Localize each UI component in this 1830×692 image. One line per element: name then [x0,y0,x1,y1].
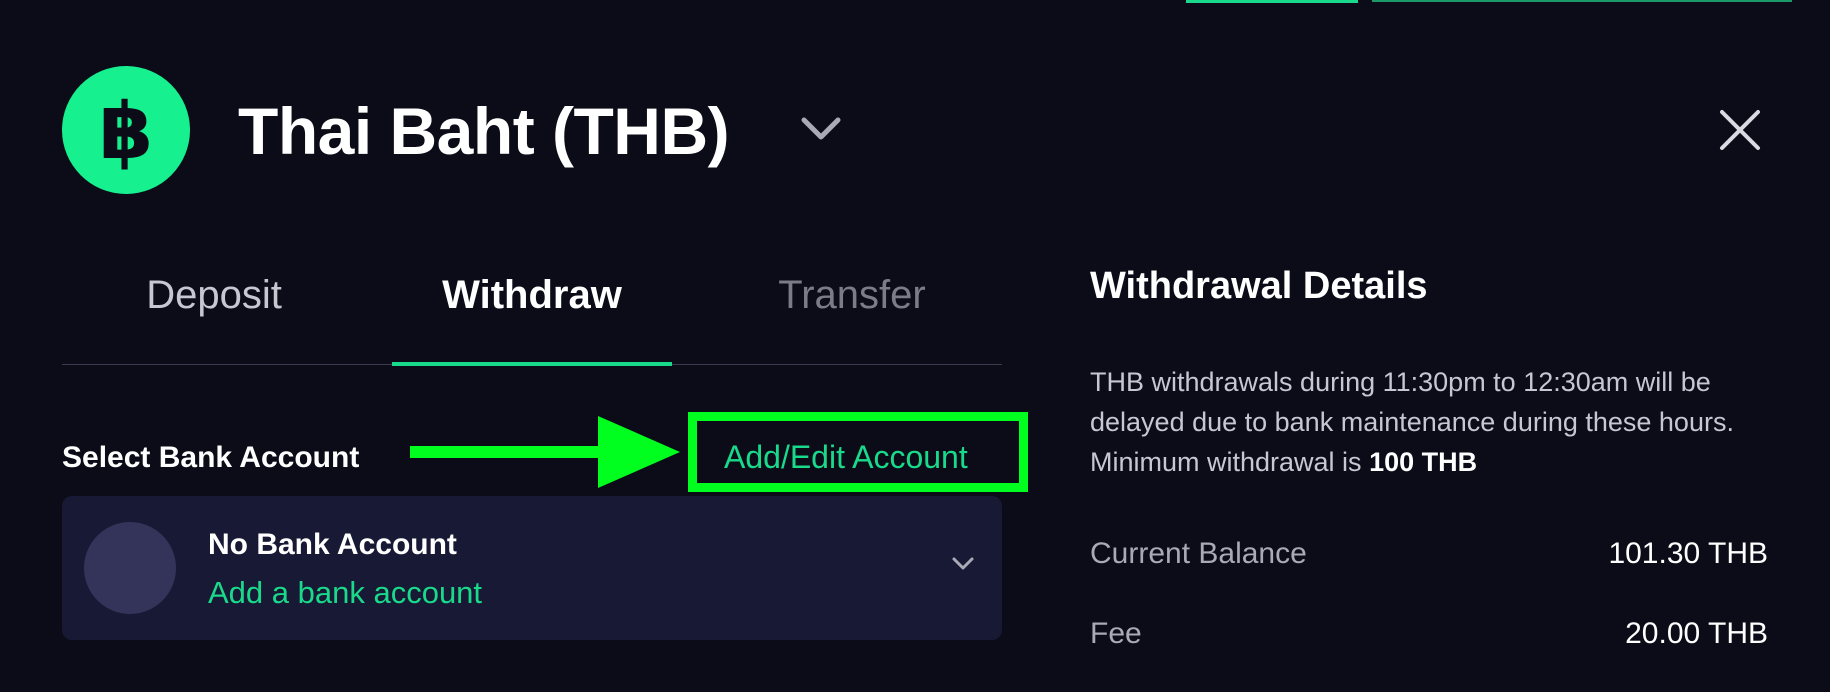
fee-label: Fee [1090,617,1142,650]
baht-symbol: ฿ [99,87,153,177]
select-bank-account-label: Select Bank Account [62,441,360,474]
add-bank-account-link[interactable]: Add a bank account [208,573,482,613]
chevron-down-icon[interactable] [798,112,844,144]
add-edit-account-link[interactable]: Add/Edit Account [724,437,968,477]
bank-account-name: No Bank Account [208,528,457,561]
active-tab-indicator [392,362,672,366]
withdrawal-details-title: Withdrawal Details [1090,265,1428,307]
top-accent-line [1186,0,1358,3]
bank-avatar [84,522,176,614]
chevron-down-icon[interactable] [950,551,976,577]
arrow-right-icon [410,412,682,492]
top-accent-line-secondary [1372,0,1792,2]
withdrawal-notice: THB withdrawals during 11:30pm to 12:30a… [1090,362,1790,482]
close-icon[interactable] [1718,108,1762,152]
fee-value: 20.00 THB [1625,617,1768,650]
bank-account-select[interactable]: No Bank Account Add a bank account [62,496,1002,640]
minimum-withdrawal-amount: 100 THB [1369,447,1478,477]
tab-deposit[interactable]: Deposit [62,270,366,366]
current-balance-value: 101.30 THB [1608,537,1768,570]
tab-bar: Deposit Withdraw Transfer [62,270,1002,366]
current-balance-label: Current Balance [1090,537,1307,570]
tab-withdraw[interactable]: Withdraw [392,270,672,366]
baht-coin-icon: ฿ [62,66,190,194]
tab-transfer[interactable]: Transfer [702,270,1002,366]
page-title: Thai Baht (THB) [238,94,730,168]
